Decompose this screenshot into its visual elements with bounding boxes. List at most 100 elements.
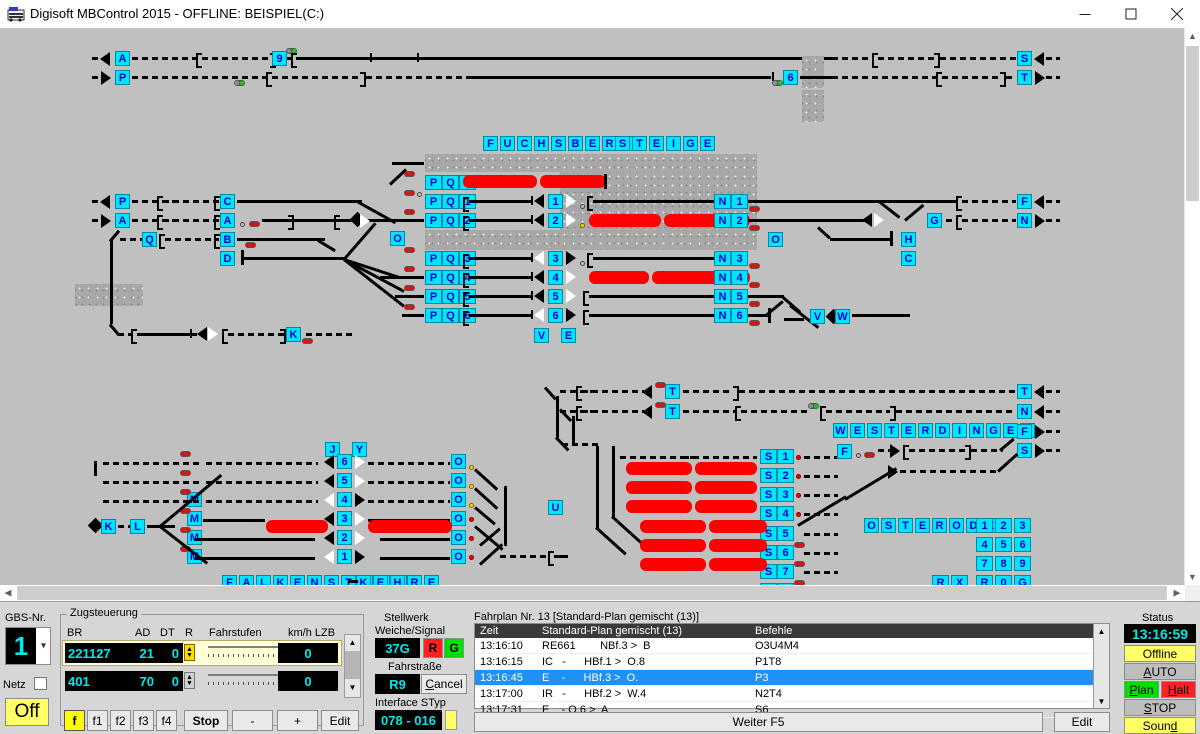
label-bot-f[interactable]: F xyxy=(837,444,852,459)
function-button-f3[interactable]: f3 xyxy=(133,710,154,731)
label-track-s4[interactable]: S xyxy=(760,506,777,521)
label-track-pq3[interactable]: P xyxy=(425,251,442,266)
label-track-pq7[interactable]: Q xyxy=(442,175,459,190)
signal-red[interactable] xyxy=(749,301,760,307)
label-mid-v2[interactable]: V xyxy=(534,328,549,343)
label-falkenstein-3[interactable]: 3 xyxy=(337,511,352,526)
gbs-number-select[interactable]: 1 ▾ xyxy=(5,627,51,665)
signal-red[interactable] xyxy=(749,206,760,212)
scroll-left-button[interactable]: ◀ xyxy=(0,585,16,601)
zug-row-0-direction-spinner[interactable]: ▲ ▼ xyxy=(184,644,195,661)
label-track-n3[interactable]: 3 xyxy=(731,251,748,266)
label-track-pq4[interactable]: Q xyxy=(442,270,459,285)
signal-red[interactable] xyxy=(404,304,415,310)
fahrplan-row[interactable]: 13:16:45 E - HBf.3 > O. P3 xyxy=(475,670,1109,686)
label-mid-p[interactable]: P xyxy=(115,194,130,209)
indicator-dot-red[interactable] xyxy=(796,493,801,498)
label-mid-w[interactable]: W xyxy=(835,309,850,324)
label-top-left-p[interactable]: P xyxy=(115,70,130,85)
function-button-f2[interactable]: f2 xyxy=(110,710,131,731)
label-mid-f[interactable]: F xyxy=(1017,194,1032,209)
offline-button[interactable]: Offline xyxy=(1124,645,1196,662)
zug-edit-button[interactable]: Edit xyxy=(321,710,359,731)
minimize-button[interactable] xyxy=(1062,0,1108,28)
zug-row-0-kmh[interactable]: 0 xyxy=(278,643,338,663)
label-track-pq1[interactable]: P xyxy=(425,194,442,209)
label-falkenstein-o[interactable]: O xyxy=(451,530,466,545)
label-track-s4[interactable]: 4 xyxy=(777,506,794,521)
indicator-dot-red[interactable] xyxy=(796,455,801,460)
label-mid-q[interactable]: Q xyxy=(142,232,157,247)
label-track-s3[interactable]: S xyxy=(760,487,777,502)
keypad-key-3[interactable]: 3 xyxy=(1014,518,1031,533)
fahrplan-row[interactable]: 13:16:15 IC - HBf.1 > O.8 P1T8 xyxy=(475,654,1109,670)
label-mid-a2[interactable]: A xyxy=(220,213,235,228)
scroll-up-button[interactable]: ▲ xyxy=(1185,28,1200,44)
label-top-left-a[interactable]: A xyxy=(115,51,130,66)
signal-red[interactable] xyxy=(404,266,415,272)
signal-red[interactable] xyxy=(404,209,415,215)
keypad-key-9[interactable]: 9 xyxy=(1014,556,1031,571)
zug-scroll-up[interactable]: ▲ xyxy=(345,635,360,649)
label-falkenstein-o[interactable]: O xyxy=(451,549,466,564)
label-bot-n[interactable]: N xyxy=(1017,404,1032,419)
label-top-6[interactable]: 6 xyxy=(783,70,798,85)
label-track-n5[interactable]: N xyxy=(714,289,731,304)
fahrplan-scrollbar[interactable]: ▲ ▼ xyxy=(1093,624,1109,708)
signal-red[interactable] xyxy=(749,263,760,269)
fahrplan-row[interactable]: 13:17:00 IR - HBf.2 > W.4 N2T4 xyxy=(475,686,1109,702)
label-track-n6[interactable]: N xyxy=(714,308,731,323)
weiter-button[interactable]: Weiter F5 xyxy=(474,712,1043,732)
close-button[interactable] xyxy=(1154,0,1200,28)
label-top-right-s[interactable]: S xyxy=(1017,51,1032,66)
stop-status-button[interactable]: STOP xyxy=(1124,699,1196,716)
signal-red[interactable] xyxy=(180,470,191,476)
label-bot-s[interactable]: S xyxy=(1017,443,1032,458)
fahrstrasse-value[interactable]: R9 xyxy=(375,674,420,694)
signal-red[interactable] xyxy=(404,285,415,291)
vscrollbar-thumb[interactable] xyxy=(1186,46,1199,201)
label-mid-d[interactable]: D xyxy=(220,251,235,266)
signal-red[interactable] xyxy=(180,527,191,533)
label-track-n4[interactable]: N xyxy=(714,270,731,285)
zug-list-scrollbar[interactable]: ▲ ▼ xyxy=(344,634,361,698)
chevron-down-icon[interactable]: ▾ xyxy=(41,641,46,652)
label-falkenstein-o[interactable]: O xyxy=(451,454,466,469)
zug-row-0-br[interactable]: 221127 xyxy=(65,643,132,663)
keypad-key-R[interactable]: R xyxy=(932,575,949,585)
label-track-n1[interactable]: N xyxy=(714,194,731,209)
label-mid-o2[interactable]: O xyxy=(768,232,783,247)
signal-red[interactable] xyxy=(794,561,805,567)
label-falkenstein-6[interactable]: 6 xyxy=(337,454,352,469)
label-bot-u[interactable]: U xyxy=(548,500,563,515)
vertical-scrollbar[interactable]: ▲ ▼ xyxy=(1184,28,1200,585)
label-mid-a[interactable]: A xyxy=(115,213,130,228)
keypad-key-2[interactable]: 2 xyxy=(995,518,1012,533)
keypad-key-X[interactable]: X xyxy=(951,575,968,585)
label-track-s6[interactable]: 6 xyxy=(777,545,794,560)
label-mid-v[interactable]: V xyxy=(810,309,825,324)
fahrplan-edit-button[interactable]: Edit xyxy=(1054,712,1110,732)
label-track-s1[interactable]: S xyxy=(760,449,777,464)
zug-row-0-ad[interactable]: 21 xyxy=(132,643,158,663)
label-track-pq6[interactable]: P xyxy=(425,308,442,323)
scroll-right-button[interactable]: ▶ xyxy=(1169,585,1185,601)
label-track-pq5[interactable]: P xyxy=(425,289,442,304)
label-falkenstein-5[interactable]: 5 xyxy=(337,473,352,488)
label-track-n5[interactable]: 5 xyxy=(731,289,748,304)
label-mid-c[interactable]: C xyxy=(220,194,235,209)
keypad-key-4[interactable]: 4 xyxy=(976,537,993,552)
label-bot-f2[interactable]: F xyxy=(1017,424,1032,439)
horizontal-scrollbar[interactable]: ◀ ▶ xyxy=(0,585,1185,601)
track-diagram-canvas[interactable]: A 9 S P 6 T F U C H S B E R S T E I G E … xyxy=(0,28,1185,585)
label-platform-6[interactable]: 6 xyxy=(548,308,563,323)
zug-row-1-direction-spinner[interactable]: ▲ ▼ xyxy=(184,672,195,689)
netz-checkbox[interactable] xyxy=(34,677,47,690)
scroll-down-button[interactable]: ▼ xyxy=(1185,569,1200,585)
label-bot-k[interactable]: K xyxy=(101,519,116,534)
label-track-n2[interactable]: N xyxy=(714,213,731,228)
zug-row-1-kmh[interactable]: 0 xyxy=(278,671,338,691)
weiche-red-button[interactable]: R xyxy=(423,638,443,658)
label-mid-c2[interactable]: C xyxy=(901,251,916,266)
sound-button[interactable]: Sound xyxy=(1124,717,1196,734)
